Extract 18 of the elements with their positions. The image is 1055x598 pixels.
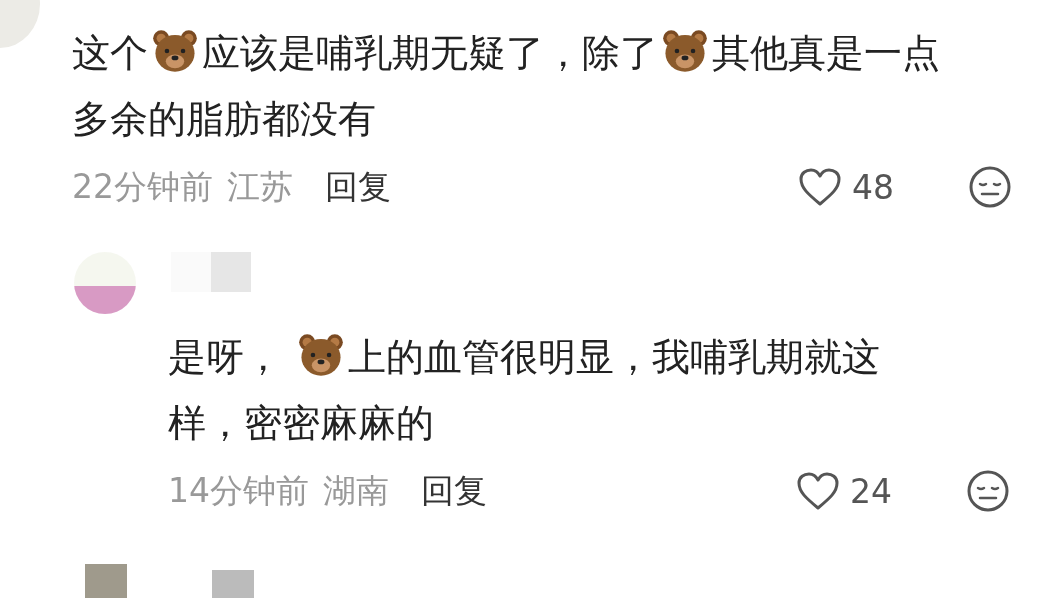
bear-face-icon	[298, 332, 345, 378]
comment-text: 是呀， 上的血管很明显，我哺乳期就这样，密密麻麻的	[168, 324, 953, 456]
heart-icon[interactable]	[798, 167, 842, 207]
comment-time: 14分钟前	[168, 469, 309, 512]
heart-icon[interactable]	[796, 471, 840, 511]
reply-link[interactable]: 回复	[421, 468, 487, 514]
like-count: 24	[850, 471, 893, 511]
username-placeholder	[212, 570, 254, 598]
bear-face-icon	[152, 28, 198, 74]
expressionless-face-icon[interactable]	[968, 165, 1012, 209]
comment-text: 这个 应该是哺乳期无疑了，除了 其他真是一点多余的脂肪都没有	[72, 20, 962, 152]
comment-time: 22分钟前	[72, 165, 213, 208]
expressionless-face-icon[interactable]	[966, 469, 1010, 513]
like-count: 48	[852, 167, 895, 207]
comment-location: 江苏	[227, 165, 293, 208]
comment-location: 湖南	[323, 469, 389, 512]
bear-face-icon	[662, 28, 708, 74]
reply-link[interactable]: 回复	[325, 164, 391, 210]
